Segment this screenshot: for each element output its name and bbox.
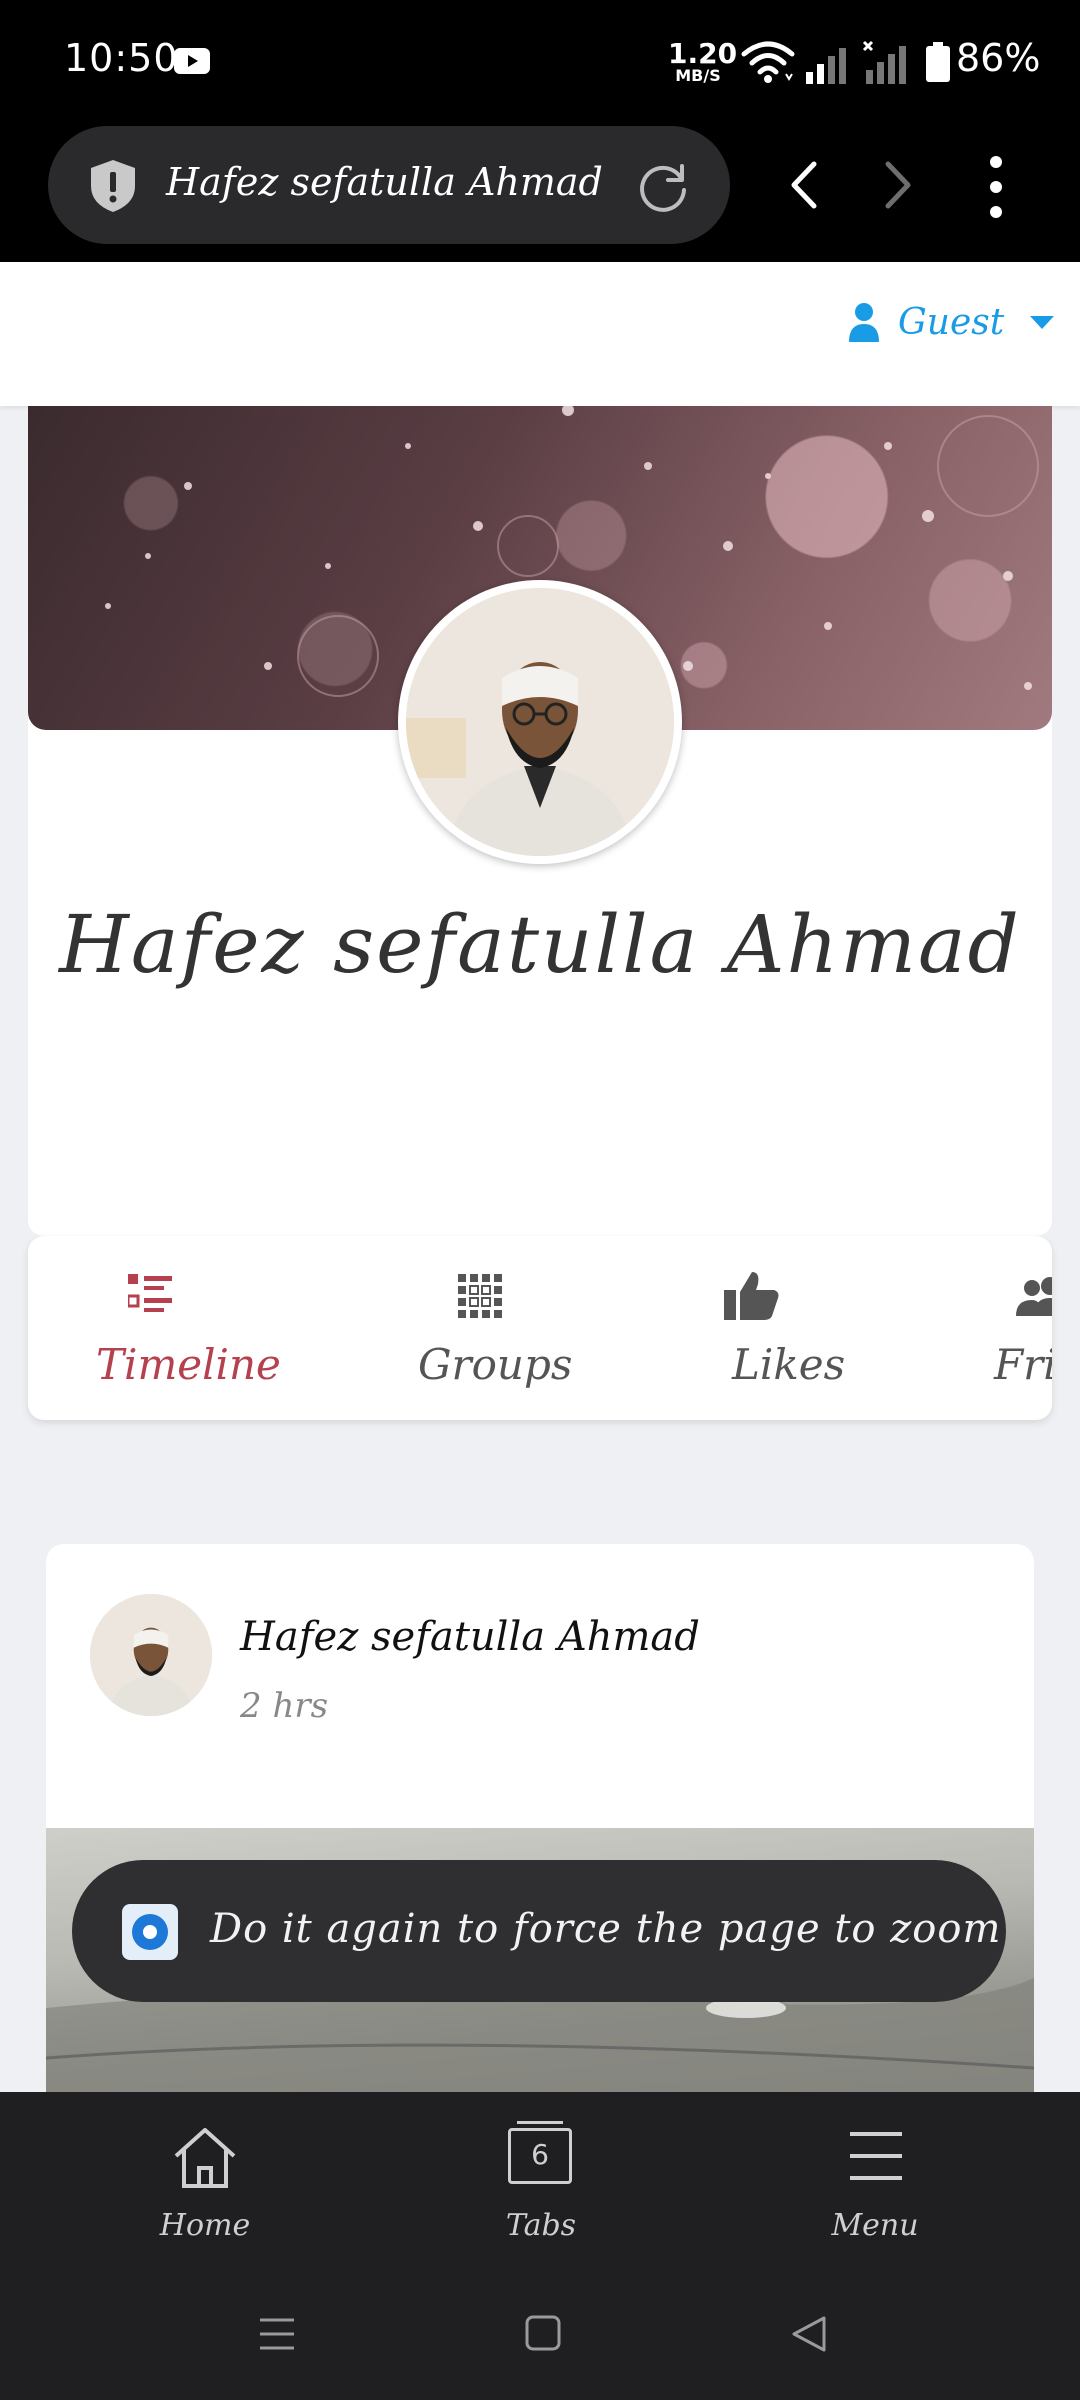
network-speed-value: 1.20 — [668, 37, 738, 70]
more-vertical-icon[interactable] — [984, 154, 1008, 220]
youtube-notification-icon — [174, 48, 210, 74]
tabs-label: Tabs — [505, 2208, 577, 2243]
tab-timeline[interactable]: Timeline — [58, 1236, 281, 1420]
guest-user-menu[interactable]: Guest — [848, 294, 1055, 350]
post-author-avatar[interactable] — [90, 1594, 212, 1716]
caret-down-icon — [1030, 315, 1055, 329]
guest-label: Guest — [898, 301, 1005, 343]
home-icon — [174, 2128, 236, 2188]
tabs-count-icon: 6 — [508, 2121, 572, 2184]
browser-app-icon — [122, 1904, 178, 1960]
signal-strength-2-icon — [862, 40, 906, 84]
tab-groups[interactable]: Groups — [388, 1236, 572, 1420]
tab-likes[interactable]: Likes — [688, 1236, 845, 1420]
network-speed: 1.20 MB/S — [668, 37, 738, 85]
post-timestamp[interactable]: 2 hrs — [240, 1686, 328, 1726]
user-icon — [849, 303, 879, 342]
wifi-icon — [741, 41, 795, 83]
address-bar-title[interactable]: Hafez sefatulla Ahmad — [166, 160, 603, 204]
profile-avatar-picture — [406, 588, 674, 856]
tab-timeline-label: Timeline — [96, 1340, 281, 1389]
status-time: 10:50 — [64, 36, 179, 80]
timeline-list-icon — [128, 1274, 172, 1312]
home-label: Home — [159, 2208, 251, 2243]
recent-apps-icon[interactable] — [258, 2316, 296, 2352]
reload-icon[interactable] — [636, 160, 690, 214]
shield-icon[interactable] — [88, 158, 138, 214]
signal-strength-icon — [806, 48, 846, 84]
post-author-name[interactable]: Hafez sefatulla Ahmad — [240, 1614, 700, 1660]
network-speed-unit: MB/S — [675, 66, 721, 85]
profile-name: Hafez sefatulla Ahmad — [59, 898, 1021, 991]
profile-tabs: Timeline Groups Likes Frier — [28, 1236, 1052, 1420]
tab-groups-label: Groups — [418, 1340, 573, 1389]
post-avatar-picture — [90, 1594, 212, 1716]
toast-message: Do it again to force the page to zoom — [210, 1906, 1002, 1952]
groups-grid-icon — [458, 1274, 502, 1318]
battery-icon — [926, 42, 950, 82]
forward-icon[interactable] — [880, 160, 916, 210]
tab-likes-label: Likes — [732, 1340, 846, 1389]
menu-label: Menu — [831, 2208, 919, 2243]
tab-friends[interactable]: Frier — [928, 1236, 1052, 1420]
thumbs-up-icon — [724, 1272, 779, 1320]
battery-percentage: 86% — [956, 36, 1041, 80]
tab-friends-label: Frier — [994, 1340, 1052, 1389]
system-back-icon[interactable] — [790, 2314, 828, 2354]
profile-avatar[interactable] — [406, 588, 674, 856]
friends-icon — [1016, 1277, 1052, 1316]
menu-icon — [850, 2132, 902, 2180]
back-icon[interactable] — [786, 160, 822, 210]
system-home-icon[interactable] — [524, 2314, 562, 2352]
